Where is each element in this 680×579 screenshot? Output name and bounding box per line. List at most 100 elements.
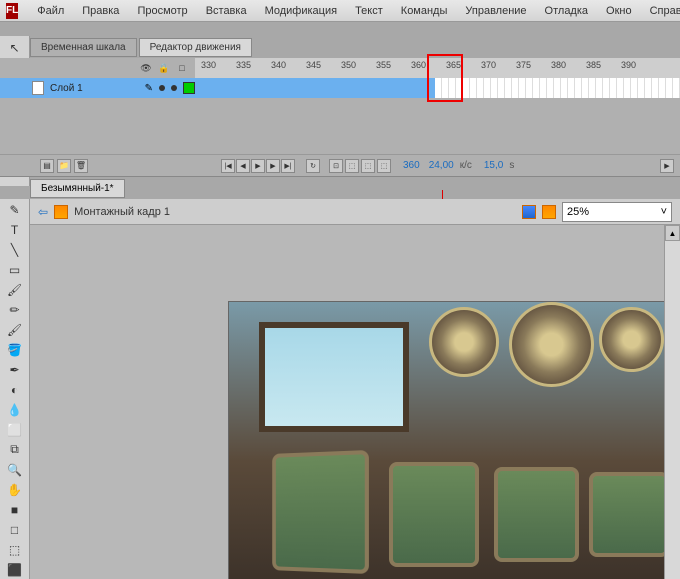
menu-Просмотр[interactable]: Просмотр xyxy=(128,5,196,17)
main-tool-15[interactable]: ■ xyxy=(4,500,26,519)
frame-cell[interactable] xyxy=(610,78,617,98)
zoom-select[interactable]: 25% ˅ xyxy=(562,202,672,222)
frame-cell[interactable] xyxy=(624,78,631,98)
delete-layer-icon[interactable]: 🗑 xyxy=(74,159,88,173)
back-arrow-icon[interactable]: ⇦ xyxy=(38,205,48,219)
frame-cell[interactable] xyxy=(596,78,603,98)
main-tool-2[interactable]: ╲ xyxy=(4,241,26,260)
main-tool-0[interactable]: ✎ xyxy=(4,201,26,220)
frame-cell[interactable] xyxy=(449,78,456,98)
frame-cell[interactable] xyxy=(463,78,470,98)
frames-track[interactable] xyxy=(195,78,680,98)
main-tool-4[interactable]: 🖌 xyxy=(4,281,26,300)
menu-Команды[interactable]: Команды xyxy=(392,5,457,17)
frame-cell[interactable] xyxy=(561,78,568,98)
frame-cell[interactable] xyxy=(673,78,680,98)
main-tool-8[interactable]: ✒ xyxy=(4,361,26,380)
document-tab[interactable]: Безымянный-1* xyxy=(30,179,125,198)
main-tool-1[interactable]: T xyxy=(4,221,26,240)
menu-Модификация[interactable]: Модификация xyxy=(256,5,347,17)
frame-cell[interactable] xyxy=(582,78,589,98)
menu-Справка[interactable]: Справка xyxy=(641,5,680,17)
frame-cell[interactable] xyxy=(645,78,652,98)
edit-multiple-icon[interactable]: ⬚ xyxy=(377,159,391,173)
frame-cell[interactable] xyxy=(484,78,491,98)
frame-cell[interactable] xyxy=(589,78,596,98)
new-folder-icon[interactable]: 📁 xyxy=(57,159,71,173)
layer-row[interactable]: Слой 1 ✎ xyxy=(0,78,680,98)
menu-Правка[interactable]: Правка xyxy=(73,5,128,17)
onion-skin-icon[interactable]: ⬚ xyxy=(345,159,359,173)
frame-cell[interactable] xyxy=(652,78,659,98)
scroll-right-icon[interactable]: ▶ xyxy=(660,159,674,173)
main-tool-5[interactable]: ✏ xyxy=(4,301,26,320)
main-tool-18[interactable]: ⬛ xyxy=(4,560,26,579)
scroll-up-icon[interactable]: ▲ xyxy=(665,225,680,241)
frame-cell[interactable] xyxy=(505,78,512,98)
frame-cell[interactable] xyxy=(533,78,540,98)
menu-Текст[interactable]: Текст xyxy=(346,5,392,17)
main-tool-12[interactable]: ⧉ xyxy=(4,440,26,459)
frame-cell[interactable] xyxy=(470,78,477,98)
outline-icon[interactable]: □ xyxy=(177,63,187,73)
main-tool-3[interactable]: ▭ xyxy=(4,261,26,280)
frame-cell[interactable] xyxy=(666,78,673,98)
top-tool-0[interactable]: ↖ xyxy=(4,38,26,58)
frame-cell[interactable] xyxy=(554,78,561,98)
first-frame-button[interactable]: |◀ xyxy=(221,159,235,173)
menu-Управление[interactable]: Управление xyxy=(456,5,535,17)
frame-cell[interactable] xyxy=(491,78,498,98)
fps-value[interactable]: 24,00 xyxy=(429,160,454,171)
stage-canvas[interactable] xyxy=(30,225,680,579)
menu-Окно[interactable]: Окно xyxy=(597,5,641,17)
main-tool-16[interactable]: □ xyxy=(4,520,26,539)
current-frame-value[interactable]: 360 xyxy=(403,160,420,171)
frame-cell[interactable] xyxy=(638,78,645,98)
frame-cell[interactable] xyxy=(631,78,638,98)
canvas-image[interactable] xyxy=(228,301,680,579)
vertical-scrollbar[interactable]: ▲ xyxy=(664,225,680,579)
frame-cell[interactable] xyxy=(659,78,666,98)
tab-motion-editor[interactable]: Редактор движения xyxy=(139,38,252,57)
edit-scene-icon[interactable] xyxy=(522,205,536,219)
main-tool-11[interactable]: ⬜ xyxy=(4,420,26,439)
edit-symbols-icon[interactable] xyxy=(542,205,556,219)
frame-cell[interactable] xyxy=(512,78,519,98)
main-tool-17[interactable]: ⬚ xyxy=(4,540,26,559)
scene-name-label[interactable]: Монтажный кадр 1 xyxy=(74,206,516,218)
frame-cell[interactable] xyxy=(603,78,610,98)
new-layer-icon[interactable]: ▤ xyxy=(40,159,54,173)
loop-button[interactable]: ↻ xyxy=(306,159,320,173)
visibility-dot[interactable] xyxy=(159,85,165,91)
eye-icon[interactable]: 👁 xyxy=(141,63,151,73)
layer-color-swatch[interactable] xyxy=(183,82,195,94)
frame-cell[interactable] xyxy=(477,78,484,98)
prev-frame-button[interactable]: ◀ xyxy=(236,159,250,173)
frame-cell[interactable] xyxy=(456,78,463,98)
frame-cell[interactable] xyxy=(547,78,554,98)
frame-cell[interactable] xyxy=(498,78,505,98)
frame-cell[interactable] xyxy=(442,78,449,98)
main-tool-6[interactable]: 🖌 xyxy=(4,321,26,340)
frame-cell[interactable] xyxy=(519,78,526,98)
main-tool-10[interactable]: 💧 xyxy=(4,401,26,420)
menu-Вставка[interactable]: Вставка xyxy=(197,5,256,17)
main-tool-14[interactable]: ✋ xyxy=(4,480,26,499)
main-tool-7[interactable]: 🪣 xyxy=(4,341,26,360)
layer-name-label[interactable]: Слой 1 xyxy=(50,83,139,94)
lock-icon[interactable]: 🔒 xyxy=(159,63,169,73)
frame-cell[interactable] xyxy=(568,78,575,98)
tab-timeline[interactable]: Временная шкала xyxy=(30,38,137,57)
main-tool-9[interactable]: ◐ xyxy=(4,381,26,400)
lock-dot[interactable] xyxy=(171,85,177,91)
play-button[interactable]: ▶ xyxy=(251,159,265,173)
menu-Отладка[interactable]: Отладка xyxy=(536,5,597,17)
frame-cell[interactable] xyxy=(435,78,442,98)
center-frame-icon[interactable]: ⊡ xyxy=(329,159,343,173)
menu-Файл[interactable]: Файл xyxy=(28,5,73,17)
frame-cell[interactable] xyxy=(617,78,624,98)
frame-cell[interactable] xyxy=(575,78,582,98)
frame-cell[interactable] xyxy=(540,78,547,98)
main-tool-13[interactable]: 🔍 xyxy=(4,460,26,479)
frame-ruler[interactable]: 330335340345350355360365370375380385390 xyxy=(195,58,680,78)
